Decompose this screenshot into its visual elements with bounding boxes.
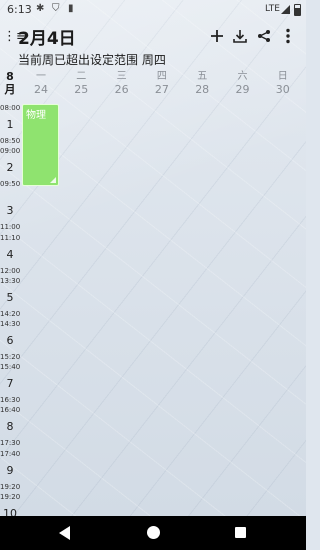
- week-range-notice: 当前周已超出设定范围 周四: [18, 53, 166, 67]
- network-type: LTE: [265, 4, 280, 14]
- slot-end-time: 14:20: [0, 309, 21, 318]
- slot-start-time: 17:40: [0, 449, 21, 458]
- day-column-header: 三 26: [102, 70, 142, 96]
- weekday-date: 30: [275, 83, 290, 96]
- slot-end-time: 08:50: [0, 137, 21, 145]
- weekday-date: 25: [74, 83, 89, 96]
- month-label: 8 月: [3, 70, 17, 96]
- slot-start-time: 09:00: [0, 147, 21, 156]
- slot-number: 2: [6, 161, 14, 175]
- weekday-name: 五: [197, 71, 208, 82]
- more-vert-icon[interactable]: [277, 25, 299, 47]
- day-column-header: 一 24: [21, 70, 61, 96]
- slot-start-time: 13:30: [0, 276, 21, 285]
- slot-number: 3: [6, 204, 14, 218]
- slot-start-time: 15:40: [0, 363, 21, 372]
- slot-number: 9: [6, 463, 14, 477]
- weekday-date: 26: [114, 83, 129, 96]
- add-icon[interactable]: [206, 25, 228, 47]
- weekday-name: 一: [36, 71, 46, 82]
- slot-start-time: 14:30: [0, 320, 21, 328]
- weekday-name: 四: [156, 71, 167, 82]
- weekday-date: 29: [235, 83, 250, 96]
- weekday-date: 27: [154, 83, 169, 96]
- course-event[interactable]: 物理: [22, 104, 59, 186]
- back-icon[interactable]: [59, 526, 70, 540]
- slot-end-time: 19:20: [0, 482, 21, 491]
- slot-end-time: 17:30: [0, 439, 21, 448]
- course-title: 物理: [26, 110, 46, 121]
- battery-icon: [294, 4, 301, 16]
- slot-number: 5: [6, 290, 14, 304]
- slot-start-time: 16:40: [0, 406, 21, 415]
- status-time: 6:13: [7, 3, 32, 16]
- download-icon[interactable]: [229, 25, 251, 47]
- page-title: 2月4日: [18, 29, 76, 49]
- weekday-name: 六: [237, 71, 248, 82]
- slot-number: 8: [6, 420, 14, 434]
- slot-end-time: 15:20: [0, 353, 21, 361]
- slot-number: 4: [6, 247, 14, 261]
- slot-end-time: 16:30: [0, 396, 21, 405]
- recent-apps-icon[interactable]: [235, 527, 246, 538]
- weekday-name: 二: [76, 71, 87, 82]
- month-number: 8: [6, 70, 14, 83]
- navigation-bar: [0, 516, 306, 550]
- day-column-header: 二 25: [61, 70, 101, 96]
- slot-number: 1: [6, 118, 14, 131]
- weekday-date: 24: [34, 83, 48, 96]
- day-column-header: 六 29: [223, 70, 263, 96]
- day-column-header: 五 28: [182, 70, 222, 96]
- slot-start-time: 11:10: [0, 233, 21, 242]
- weekday-name: 日: [277, 71, 288, 82]
- shield-status-icon: ⛉: [52, 3, 60, 14]
- share-icon[interactable]: [253, 25, 275, 47]
- slot-end-time: 12:00: [0, 266, 21, 275]
- slot-start-time: 19:20: [0, 492, 21, 501]
- month-suffix: 月: [4, 83, 16, 96]
- battery-saver-status-icon: ▮: [68, 3, 74, 14]
- slot-start-time: 08:00: [0, 104, 21, 112]
- status-bar: 6:13 ✱ ⛉ ▮ LTE: [0, 0, 306, 20]
- resize-corner-icon: [50, 177, 56, 183]
- weekday-date: 28: [195, 83, 210, 96]
- slot-number: 6: [6, 334, 14, 347]
- slot-number: 7: [6, 377, 14, 391]
- signal-icon: [281, 5, 290, 14]
- day-column-header: 日 30: [263, 70, 303, 96]
- weekday-name: 三: [116, 71, 127, 82]
- day-column-header: 四 27: [142, 70, 182, 96]
- slot-end-time: 11:00: [0, 223, 21, 232]
- settings-status-icon: ✱: [36, 3, 45, 14]
- slot-end-time: 09:50: [0, 180, 21, 189]
- home-icon[interactable]: [147, 526, 160, 539]
